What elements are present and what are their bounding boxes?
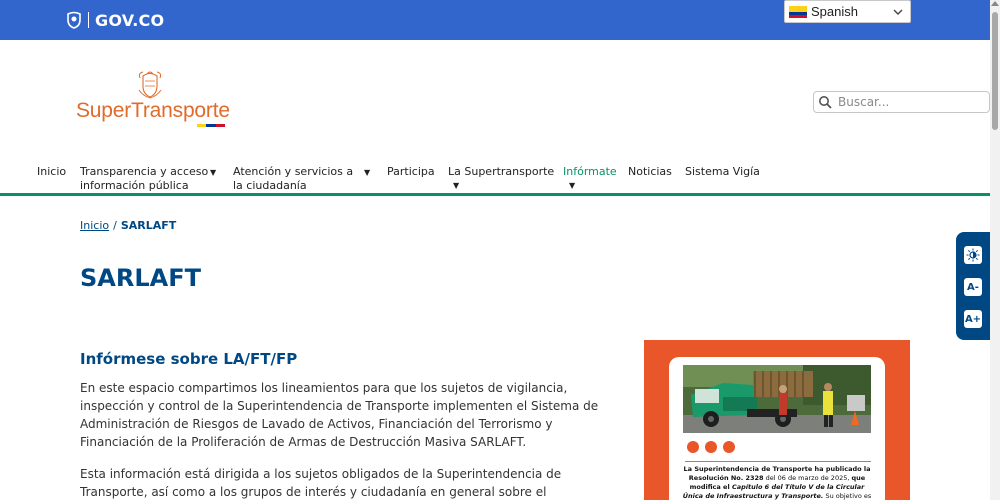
contrast-icon [966,248,980,262]
decrease-font-button[interactable]: A- [964,278,982,296]
audience-paragraph: Esta información está dirigida a los suj… [80,467,562,499]
breadcrumb: Inicio / SARLAFT [80,219,176,232]
intro-paragraph: En este espacio compartimos los lineamie… [80,381,599,449]
sarlaft-promo-banner[interactable]: La Superintendencia de Transporte ha pub… [644,340,910,500]
search-input[interactable] [838,95,978,109]
decrease-font-icon: A- [967,281,979,293]
truck-inspection-photo [683,365,871,433]
nav-item-label: Participa [387,165,435,178]
nav-item-noticias[interactable]: Noticias [628,165,672,179]
caret-down-icon[interactable]: ▼ [569,181,575,190]
search-icon[interactable] [818,95,832,109]
decorative-dots [687,441,735,453]
nav-item-participa[interactable]: Participa [387,165,435,179]
gov-bar: GOV.CO Spanish [0,0,1000,40]
nav-item-supertransporte[interactable]: La Supertransporte [448,165,554,179]
nav-item-sistema-vigia[interactable]: Sistema Vigía [685,165,760,179]
nav-item-label: Inicio [37,165,67,178]
nav-item-label: Infórmate [563,165,617,178]
language-select[interactable]: Spanish [784,0,911,23]
section-title: Infórmese sobre LA/FT/FP [80,350,298,368]
page-scrollbar[interactable] [990,0,1000,500]
nav-item-label-line2: información pública [80,179,189,192]
supertransporte-logo[interactable]: SuperTransporte [76,70,230,130]
caret-down-icon[interactable]: ▼ [364,168,370,177]
breadcrumb-home-link[interactable]: Inicio [80,219,109,232]
caret-down-icon[interactable]: ▼ [210,168,216,177]
promo-caption: La Superintendencia de Transporte ha pub… [682,465,872,500]
colombia-flag-icon [789,5,807,18]
nav-item-inicio[interactable]: Inicio [37,165,66,179]
page-title: SARLAFT [80,264,201,292]
caret-down-icon[interactable]: ▼ [453,181,459,190]
nav-item-transparencia[interactable]: Transparencia y acceso información públi… [80,165,208,193]
increase-font-button[interactable]: A+ [964,310,982,328]
logo-text: SuperTransporte [76,99,230,122]
nav-item-label: Noticias [628,165,672,178]
nav-item-informate[interactable]: Infórmate [563,165,617,179]
logo-flag-bar [197,124,225,127]
increase-font-icon: A+ [964,313,982,325]
nav-item-label: La Supertransporte [448,165,555,178]
nav-item-label: Atención y servicios a [233,165,354,178]
main-nav: Inicio Transparencia y acceso informació… [0,160,990,196]
page: GOV.CO Spanish SuperTransporte Buscar...… [0,0,1000,500]
promo-card: La Superintendencia de Transporte ha pub… [669,357,885,500]
contrast-button[interactable] [964,246,982,264]
search-box[interactable] [813,91,990,113]
nav-item-label-line2: la ciudadanía [233,179,307,192]
nav-item-label: Transparencia y acceso [80,165,209,178]
scrollbar-thumb[interactable] [992,12,998,130]
scroll-up-arrow-icon[interactable] [991,1,999,6]
promo-divider [685,461,871,462]
gov-co-logo[interactable]: GOV.CO [66,10,164,30]
gov-co-text: GOV.CO [95,10,165,30]
coat-of-arms-icon [138,71,162,99]
breadcrumb-separator: / [113,219,117,232]
colombia-shield-icon [67,11,81,29]
accessibility-toolbar: A- A+ [956,232,990,340]
language-selected: Spanish [811,4,858,19]
chevron-down-icon [893,9,903,15]
nav-item-label: Sistema Vigía [685,165,760,178]
gov-separator [88,12,89,28]
breadcrumb-current: SARLAFT [120,219,177,232]
nav-item-atencion[interactable]: Atención y servicios a la ciudadanía [233,165,353,193]
